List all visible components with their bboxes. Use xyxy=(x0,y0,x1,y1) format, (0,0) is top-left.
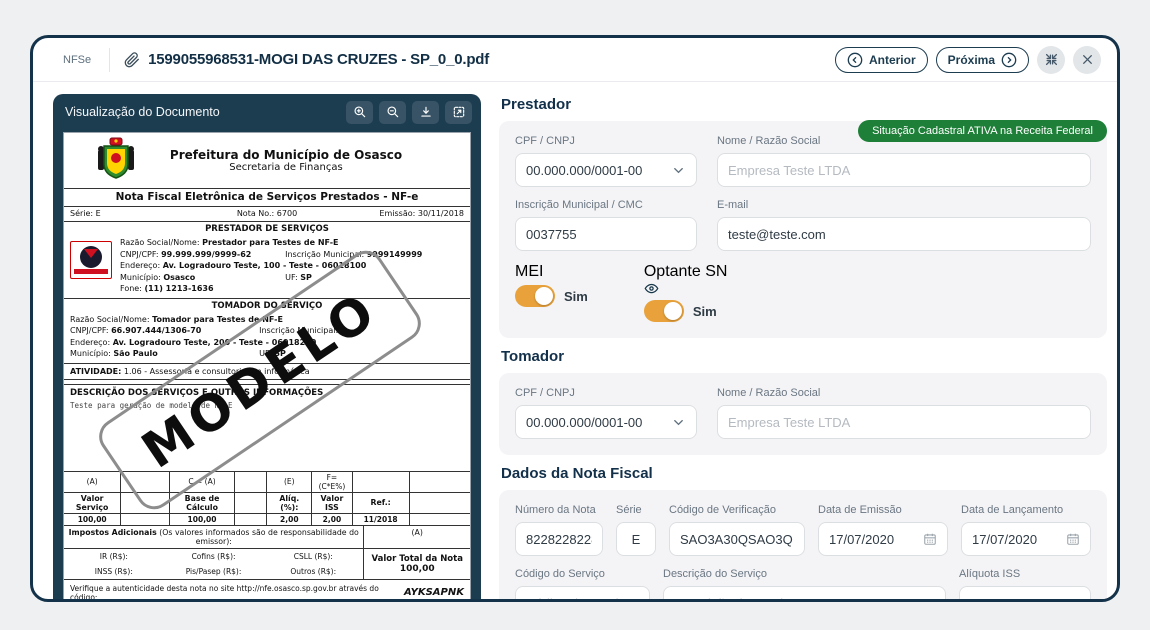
codigo-servico-label: Código do Serviço xyxy=(515,568,650,580)
descricao-header: DESCRIÇÃO DOS SERVIÇOS E OUTRAS INFORMAÇ… xyxy=(64,384,470,400)
nfe-title: Nota Fiscal Eletrônica de Serviços Prest… xyxy=(64,189,470,207)
verify-row: Verifique a autenticidade desta nota no … xyxy=(64,580,470,603)
tomador-block: Razão Social/Nome: Tomador para Testes d… xyxy=(64,312,470,364)
form-panel: Prestador Situação Cadastral ATIVA na Re… xyxy=(481,82,1120,599)
viewer-title: Visualização do Documento xyxy=(65,105,220,119)
data-emissao-input[interactable] xyxy=(829,532,923,547)
section-prestador: Prestador Situação Cadastral ATIVA na Re… xyxy=(499,96,1107,338)
city-subtitle: Secretaria de Finanças xyxy=(148,162,424,173)
expand-button[interactable] xyxy=(445,101,472,124)
zoom-in-button[interactable] xyxy=(346,101,373,124)
nfe-meta-row: Série: E Nota No.: 6700 Emissão: 30/11/2… xyxy=(64,207,470,222)
optante-state: Sim xyxy=(693,304,717,319)
tomador-nome-label: Nome / Razão Social xyxy=(717,387,1091,399)
pdf-header: Prefeitura do Município de Osasco Secret… xyxy=(64,133,470,189)
previous-button[interactable]: Anterior xyxy=(835,47,928,73)
document-viewer-panel: Visualização do Documento xyxy=(53,94,481,602)
city-crest-icon xyxy=(96,136,136,186)
nfe-number: Nota No.: 6700 xyxy=(201,209,332,218)
header-divider xyxy=(109,48,110,72)
section-tomador: Tomador CPF / CNPJ 00.000.000/0001-00 No… xyxy=(499,348,1107,455)
cpf-cnpj-label: CPF / CNPJ xyxy=(515,135,697,147)
data-emissao-label: Data de Emissão xyxy=(818,504,948,516)
eye-icon[interactable] xyxy=(644,281,728,296)
numero-label: Número da Nota xyxy=(515,504,603,516)
serie-label: Série xyxy=(616,504,656,516)
calendar-icon[interactable] xyxy=(1066,532,1080,546)
prestador-inscricao-input[interactable] xyxy=(526,227,686,242)
prestador-nome-input[interactable] xyxy=(728,163,1080,178)
city-title: Prefeitura do Município de Osasco xyxy=(148,148,424,162)
total-value: 100,00 xyxy=(400,564,435,574)
data-lancamento-input[interactable] xyxy=(972,532,1066,547)
next-button[interactable]: Próxima xyxy=(936,47,1029,73)
verification-code: AYKSAPNK xyxy=(404,587,464,598)
chevron-down-icon xyxy=(671,415,686,430)
paperclip-icon xyxy=(124,52,140,68)
viewer-header: Visualização do Documento xyxy=(53,94,481,130)
serie-input[interactable] xyxy=(627,532,645,547)
codigo-verificacao-label: Código de Verificação xyxy=(669,504,805,516)
section-dados-nota: Dados da Nota Fiscal Número da Nota Séri… xyxy=(499,465,1107,602)
prestador-email-input[interactable] xyxy=(728,227,1080,242)
descricao-servico-label: Descrição do Serviço xyxy=(663,568,946,580)
chevron-down-icon xyxy=(671,163,686,178)
tomador-section-header: TOMADOR DO SERVIÇO xyxy=(64,299,470,312)
descricao-value: Teste para geração de modelo de NF-E xyxy=(64,400,470,413)
download-button[interactable] xyxy=(412,101,439,124)
close-icon xyxy=(1081,53,1094,66)
status-badge: Situação Cadastral ATIVA na Receita Fede… xyxy=(858,120,1107,142)
prestador-section-header: PRESTADOR DE SERVIÇOS xyxy=(64,222,470,235)
descricao-servico-input[interactable] xyxy=(674,596,935,603)
atividade-row: ATIVIDADE: 1.06 - Assessoria e consultor… xyxy=(64,364,470,380)
aliquota-input[interactable] xyxy=(970,596,1080,603)
mei-label: MEI xyxy=(515,263,588,281)
tomador-cpf-cnpj-label: CPF / CNPJ xyxy=(515,387,697,399)
data-lancamento-label: Data de Lançamento xyxy=(961,504,1091,516)
app-label: NFSe xyxy=(47,54,109,66)
prestador-title: Prestador xyxy=(501,96,1107,113)
numero-nota-input[interactable] xyxy=(526,532,592,547)
codigo-servico-input[interactable] xyxy=(526,596,639,603)
dados-title: Dados da Nota Fiscal xyxy=(501,465,1107,482)
main-window: NFSe 1599055968531-MOGI DAS CRUZES - SP_… xyxy=(30,35,1120,602)
doc-spacer xyxy=(64,413,470,471)
mei-state: Sim xyxy=(564,289,588,304)
compress-icon xyxy=(1045,53,1058,66)
chevron-right-circle-icon xyxy=(1001,52,1017,68)
nfe-serie: Série: E xyxy=(70,209,201,218)
optante-label: Optante SN xyxy=(644,263,728,280)
mei-toggle[interactable] xyxy=(515,285,555,307)
tomador-nome-input[interactable] xyxy=(728,415,1080,430)
email-label: E-mail xyxy=(717,199,1091,211)
document-title: 1599055968531-MOGI DAS CRUZES - SP_0_0.p… xyxy=(148,51,489,68)
collapse-button[interactable] xyxy=(1037,46,1065,74)
zoom-out-icon xyxy=(386,105,400,119)
nfe-emission: Emissão: 30/11/2018 xyxy=(333,209,464,218)
window-header: NFSe 1599055968531-MOGI DAS CRUZES - SP_… xyxy=(33,38,1117,82)
tomador-cpf-cnpj-select[interactable]: 00.000.000/0001-00 xyxy=(515,405,697,439)
inscricao-label: Inscrição Municipal / CMC xyxy=(515,199,697,211)
zoom-out-button[interactable] xyxy=(379,101,406,124)
optante-toggle[interactable] xyxy=(644,300,684,322)
pdf-page: Prefeitura do Município de Osasco Secret… xyxy=(63,132,471,602)
aliquota-label: Alíquota ISS xyxy=(959,568,1091,580)
company-logo-icon xyxy=(70,241,112,279)
expand-icon xyxy=(452,105,466,119)
download-icon xyxy=(419,105,433,119)
close-button[interactable] xyxy=(1073,46,1101,74)
chevron-left-circle-icon xyxy=(847,52,863,68)
codigo-verificacao-input[interactable] xyxy=(680,532,794,547)
tomador-title: Tomador xyxy=(501,348,1107,365)
prestador-block: Razão Social/Nome: Prestador para Testes… xyxy=(64,235,470,299)
prestador-cpf-cnpj-select[interactable]: 00.000.000/0001-00 xyxy=(515,153,697,187)
values-table: (A) C = (A) (E)F=(C*E%) Valor Serviço Ba… xyxy=(64,471,470,526)
total-label: Valor Total da Nota xyxy=(371,554,462,564)
zoom-in-icon xyxy=(353,105,367,119)
calendar-icon[interactable] xyxy=(923,532,937,546)
impostos-header: Impostos Adicionais (Os valores informad… xyxy=(64,526,470,549)
impostos-grid: IR (R$):Cofins (R$):CSLL (R$): INSS (R$)… xyxy=(64,549,470,580)
